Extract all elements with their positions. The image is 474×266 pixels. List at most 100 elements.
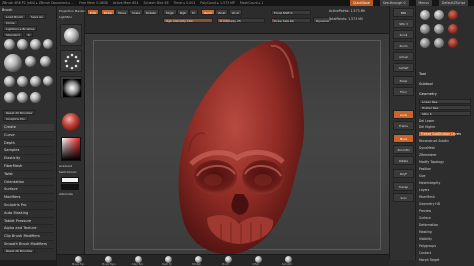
modify-topology-section[interactable]: Modify Topology [419, 160, 444, 164]
brush-thumb-14[interactable] [30, 92, 41, 103]
tool-thumb-9[interactable] [448, 38, 458, 48]
dynamesh-section[interactable]: DynaMesh [419, 146, 435, 150]
brush-thumb-8[interactable] [4, 76, 15, 87]
gradient-toggle[interactable]: Gradient [59, 164, 72, 168]
tool-thumb-4[interactable] [420, 24, 430, 34]
brush-thumb-13[interactable] [17, 92, 28, 103]
quick-brush-sphere[interactable] [255, 256, 262, 263]
aahalf-button[interactable]: AAHalf [393, 63, 414, 72]
del-higher-button[interactable]: Del Higher [419, 125, 435, 129]
save-as-button[interactable]: Save As [27, 14, 46, 19]
brush-thumb-11[interactable] [43, 76, 53, 86]
brush-header[interactable]: Brush [2, 8, 12, 12]
actual-button[interactable]: Actual [393, 52, 414, 61]
brush-thumb-10[interactable] [30, 76, 41, 87]
polygroups-section[interactable]: Polygroups [419, 244, 436, 248]
brush-thumb-1[interactable] [4, 39, 15, 50]
sculpt-model[interactable] [85, 34, 389, 254]
lower-res-button[interactable]: Lower Res [419, 99, 471, 104]
sdiv-slider[interactable]: SDiv 5 [419, 111, 471, 116]
local-button[interactable]: Local [393, 110, 414, 119]
tool-header[interactable]: Tool [419, 72, 426, 76]
brush-thumb-2[interactable] [17, 39, 28, 50]
canvas-viewport[interactable] [85, 34, 389, 254]
reset-all-brushes-button[interactable]: Reset All Brushes [3, 110, 36, 115]
tool-thumb-6[interactable] [448, 24, 458, 34]
rgb-intensity-slider[interactable]: Rgb Intensity 100 [163, 18, 213, 23]
meshintegrity-section[interactable]: MeshIntegrity [419, 181, 440, 185]
brush-submenu-item[interactable]: Auto Masking [2, 210, 54, 218]
alpha-icon[interactable] [60, 76, 82, 98]
sculptris-pro-button[interactable]: Sculptris Pro [3, 116, 28, 121]
zadd-button[interactable]: Zadd [201, 9, 215, 15]
rgb-button[interactable]: Rgb [177, 9, 189, 15]
quick-brush-sphere[interactable] [75, 256, 82, 263]
m-button[interactable]: M [189, 9, 198, 15]
brush-thumb-12[interactable] [4, 92, 15, 103]
brush-submenu-item[interactable]: Modifiers [2, 194, 54, 202]
tool-thumb-8[interactable] [434, 38, 444, 48]
brush-submenu-item[interactable]: Orientation [2, 179, 54, 187]
lightbox-brushes-button[interactable]: Lightbox ▸ Brushes [3, 26, 38, 31]
tool-thumb-5[interactable] [434, 24, 444, 34]
zsub-button[interactable]: Zsub [215, 9, 229, 15]
persp-button[interactable]: Persp [393, 76, 414, 85]
solo-button[interactable]: Solo [393, 193, 414, 202]
reset-all-button[interactable]: Reset All Brushes [3, 248, 36, 253]
subtool-header[interactable]: Subtool [419, 82, 433, 86]
quick-brush-sphere[interactable] [225, 256, 232, 263]
freeze-subdiv-button[interactable]: Freeze SubDivision Levels [419, 132, 461, 136]
brush-thumb-7[interactable] [40, 56, 51, 67]
tool-thumb-3[interactable] [448, 10, 458, 20]
alternate-button[interactable]: Alternate [59, 192, 73, 196]
bpr-button[interactable]: BPR [393, 8, 414, 17]
mrgb-button[interactable]: Mrgb [163, 9, 177, 15]
scroll-button[interactable]: Scroll [393, 30, 414, 39]
fibermesh-section[interactable]: FiberMesh [419, 195, 435, 199]
lightbox-button[interactable]: LightBox [59, 15, 72, 19]
transp-button[interactable]: Transp [393, 182, 414, 191]
z-intensity-slider[interactable]: Z Intensity 25 [217, 18, 265, 23]
main-color-swatch[interactable] [61, 177, 79, 183]
rotate-view-button[interactable]: Rotate [393, 156, 414, 165]
brush-thumb-4[interactable] [43, 39, 53, 49]
move-view-button[interactable]: Move [393, 134, 414, 143]
scale-button[interactable]: Scale [129, 9, 144, 15]
zremesher-section[interactable]: ZRemesher [419, 153, 437, 157]
edit-button[interactable]: Edit [87, 9, 99, 15]
material-icon[interactable] [62, 113, 80, 131]
polyf-button[interactable]: PolyF [393, 169, 414, 178]
brush-submenu-item[interactable]: Alpha and Texture [2, 225, 54, 234]
quick-brush-sphere[interactable] [135, 256, 142, 263]
tool-thumb-2[interactable] [434, 10, 444, 20]
reconstruct-subdiv-button[interactable]: Reconstruct Subdiv [419, 139, 449, 143]
quick-brush-sphere[interactable] [195, 256, 202, 263]
load-brush-button[interactable]: Load Brush [3, 14, 26, 19]
brush-thumb-6[interactable] [25, 56, 36, 67]
del-lower-button[interactable]: Del Lower [419, 119, 434, 123]
zcut-button[interactable]: Zcut [229, 9, 242, 15]
contact-section[interactable]: Contact [419, 251, 431, 255]
brush-submenu-item[interactable]: Curve [2, 132, 54, 140]
quick-brush-sphere[interactable] [285, 256, 292, 263]
projection-master-button[interactable]: Projection Master [59, 9, 85, 13]
spix-slider[interactable]: SPix 3 [393, 19, 414, 28]
brush-submenu-item[interactable]: Clip Brush Modifiers [2, 233, 54, 241]
brush-submenu-item[interactable]: Sculptris Pro [2, 202, 54, 210]
higher-res-button[interactable]: Higher Res [419, 105, 471, 110]
draw-size-slider[interactable]: Draw Size 64 [271, 18, 311, 23]
surface-section[interactable]: Surface [419, 216, 431, 220]
random-button[interactable]: R [24, 32, 33, 37]
brush-thumb-3[interactable] [30, 39, 41, 50]
brush-submenu-item[interactable]: Elasticity [2, 155, 54, 163]
position-section[interactable]: Position [419, 167, 431, 171]
geometry-header[interactable]: Geometry [419, 92, 437, 96]
brush-submenu-item[interactable]: Twist [2, 171, 54, 179]
quick-brush-sphere[interactable] [105, 256, 112, 263]
masking-section[interactable]: Masking [419, 230, 432, 234]
quick-brush-sphere[interactable] [165, 256, 172, 263]
layers-section[interactable]: Layers [419, 188, 429, 192]
brush-submenu-item[interactable]: Create [2, 124, 54, 132]
zoom3d-button[interactable]: Zoom3D [393, 145, 414, 154]
brush-submenu-item[interactable]: Depth [2, 140, 54, 148]
